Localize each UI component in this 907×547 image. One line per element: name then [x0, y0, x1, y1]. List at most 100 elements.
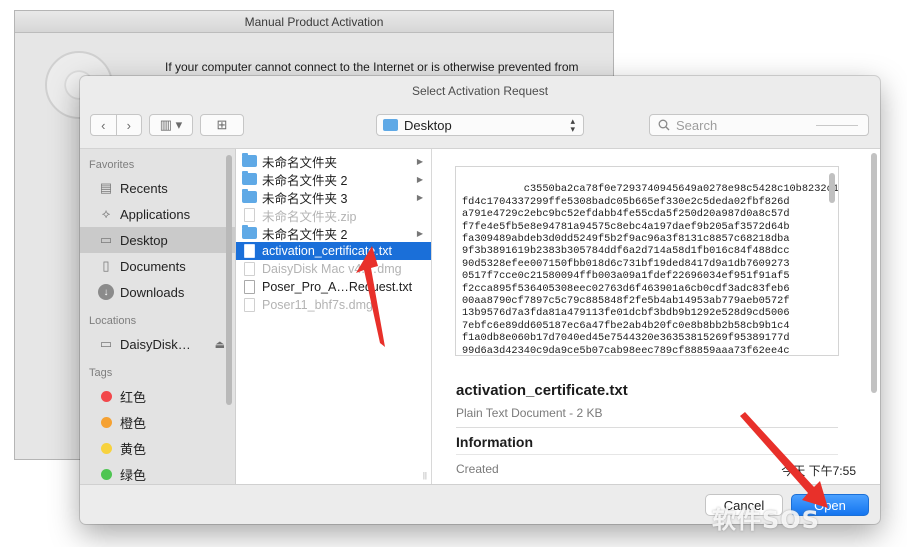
folder-icon	[242, 171, 257, 185]
forward-button[interactable]: ›	[115, 115, 142, 135]
chevron-right-icon: ▶	[416, 228, 423, 238]
watermark-logo: 软件SOS	[712, 506, 820, 534]
new-folder-icon: ⊞	[216, 117, 228, 132]
new-folder-button[interactable]: ⊞	[200, 114, 244, 136]
sidebar-item-label: 黄色	[120, 441, 147, 457]
background-window-text: If your computer cannot connect to the I…	[165, 60, 579, 74]
location-popup[interactable]: Desktop ▴ ▾	[376, 114, 584, 136]
file-name: DaisyDisk Mac v4.…dmg	[262, 262, 402, 276]
sidebar-tag-yellow[interactable]: 黄色	[80, 435, 235, 461]
dialog-toolbar: ‹ › ▥ ▾ ⊞ Desktop ▴ ▾ Search	[80, 104, 880, 144]
select-activation-request-dialog: Select Activation Request ‹ › ▥ ▾ ⊞ Desk…	[80, 76, 880, 524]
sidebar-item-desktop[interactable]: ▭ Desktop	[80, 227, 235, 253]
file-name: 未命名文件夹 2	[262, 173, 348, 188]
recents-icon: ▤	[99, 180, 113, 195]
sidebar-item-downloads[interactable]: ↓ Downloads	[80, 279, 235, 305]
sidebar-item-recents[interactable]: ▤ Recents	[80, 175, 235, 201]
preview-filename: activation_certificate.txt	[456, 382, 628, 399]
chevron-right-icon: ›	[126, 117, 131, 133]
file-column: 未命名文件夹 ▶ 未命名文件夹 2 ▶ 未命名文件夹 3 ▶ 未命名文件夹.zi…	[236, 149, 432, 484]
sidebar-item-label: Desktop	[120, 232, 168, 248]
sidebar-tag-red[interactable]: 红色	[80, 383, 235, 409]
desktop-icon: ▭	[99, 232, 113, 247]
created-label: Created	[456, 462, 499, 476]
list-item[interactable]: Poser_Pro_A…Request.txt	[236, 278, 431, 296]
chevron-right-icon: ▶	[416, 156, 423, 166]
screen: Manual Product Activation If your comput…	[0, 0, 907, 547]
eject-icon[interactable]: ⏏	[215, 338, 225, 351]
information-header: Information	[456, 434, 533, 450]
sidebar: Favorites ▤ Recents ⟡ Applications ▭ Des…	[80, 149, 236, 484]
sidebar-item-label: Recents	[120, 180, 168, 196]
column-resize-handle[interactable]: ||	[423, 471, 427, 480]
tag-color-dot	[101, 390, 112, 402]
documents-icon: ▯	[102, 258, 110, 273]
sidebar-scrollbar[interactable]	[226, 155, 232, 405]
popup-arrows-icon: ▴ ▾	[570, 116, 575, 134]
file-name: 未命名文件夹 3	[262, 191, 348, 206]
file-name: Poser_Pro_A…Request.txt	[262, 280, 413, 294]
back-forward-group: ‹ ›	[90, 114, 142, 136]
back-button[interactable]: ‹	[91, 115, 116, 135]
sidebar-item-documents[interactable]: ▯ Documents	[80, 253, 235, 279]
preview-text: c3550ba2ca78f0e7293740945649a0278e98c542…	[462, 183, 839, 356]
tag-color-dot	[101, 442, 112, 454]
background-window-title: Manual Product Activation	[15, 11, 613, 33]
favorites-header: Favorites	[89, 159, 135, 171]
preview-kind: Plain Text Document - 2 KB	[456, 406, 603, 420]
applications-icon: ⟡	[101, 206, 111, 221]
zip-file-icon	[244, 208, 255, 222]
tag-color-dot	[101, 468, 112, 480]
list-item: DaisyDisk Mac v4.…dmg	[236, 260, 431, 278]
sidebar-item-label: 绿色	[120, 467, 147, 483]
browser-content: Favorites ▤ Recents ⟡ Applications ▭ Des…	[80, 148, 880, 484]
chevron-left-icon: ‹	[101, 117, 106, 133]
list-item[interactable]: 未命名文件夹 3 ▶	[236, 188, 431, 206]
sidebar-item-daisydisk[interactable]: ▭ DaisyDisk… ⏏	[80, 331, 235, 357]
folder-icon	[383, 119, 398, 131]
tag-color-dot	[101, 416, 112, 428]
list-item-selected[interactable]: activation_certificate.txt	[236, 242, 431, 260]
list-item[interactable]: 未命名文件夹 2 ▶	[236, 224, 431, 242]
preview-pane: c3550ba2ca78f0e7293740945649a0278e98c542…	[432, 149, 880, 484]
file-name: Poser11_bhf7s.dmg	[262, 298, 373, 312]
search-divider	[816, 125, 858, 126]
sidebar-item-label: 橙色	[120, 415, 147, 431]
preview-text-box: c3550ba2ca78f0e7293740945649a0278e98c542…	[455, 166, 839, 356]
sidebar-tag-orange[interactable]: 橙色	[80, 409, 235, 435]
divider	[456, 454, 838, 455]
view-mode-button[interactable]: ▥ ▾	[149, 114, 193, 136]
dmg-file-icon	[244, 262, 255, 276]
downloads-icon: ↓	[98, 284, 114, 300]
list-item[interactable]: 未命名文件夹 ▶	[236, 152, 431, 170]
preview-text-scrollbar[interactable]	[829, 173, 835, 203]
text-file-icon	[244, 280, 255, 294]
chevron-right-icon: ▶	[416, 174, 423, 184]
folder-icon	[242, 153, 257, 167]
folder-icon	[242, 225, 257, 239]
sidebar-item-label: DaisyDisk…	[120, 336, 191, 352]
list-item: 未命名文件夹.zip	[236, 206, 431, 224]
tags-header: Tags	[89, 367, 113, 379]
column-view-icon: ▥ ▾	[159, 117, 183, 132]
sidebar-item-label: 红色	[120, 389, 147, 405]
text-file-icon	[244, 244, 255, 258]
sidebar-item-label: Downloads	[120, 284, 185, 300]
divider	[456, 427, 838, 428]
file-name: 未命名文件夹 2	[262, 227, 348, 242]
file-name: 未命名文件夹	[262, 155, 338, 170]
search-field[interactable]: Search	[649, 114, 869, 136]
search-icon	[658, 119, 670, 131]
sidebar-item-applications[interactable]: ⟡ Applications	[80, 201, 235, 227]
dmg-file-icon	[244, 298, 255, 312]
sidebar-tag-green[interactable]: 绿色	[80, 461, 235, 484]
sidebar-item-label: Applications	[120, 206, 191, 222]
preview-scrollbar[interactable]	[871, 153, 877, 393]
chevron-right-icon: ▶	[416, 192, 423, 202]
created-value: 今天 下午7:55	[781, 464, 856, 478]
dialog-title: Select Activation Request	[411, 84, 549, 98]
sidebar-item-label: Documents	[120, 258, 186, 274]
list-item[interactable]: 未命名文件夹 2 ▶	[236, 170, 431, 188]
disk-icon: ▭	[99, 336, 113, 351]
location-label: Desktop	[404, 117, 452, 133]
